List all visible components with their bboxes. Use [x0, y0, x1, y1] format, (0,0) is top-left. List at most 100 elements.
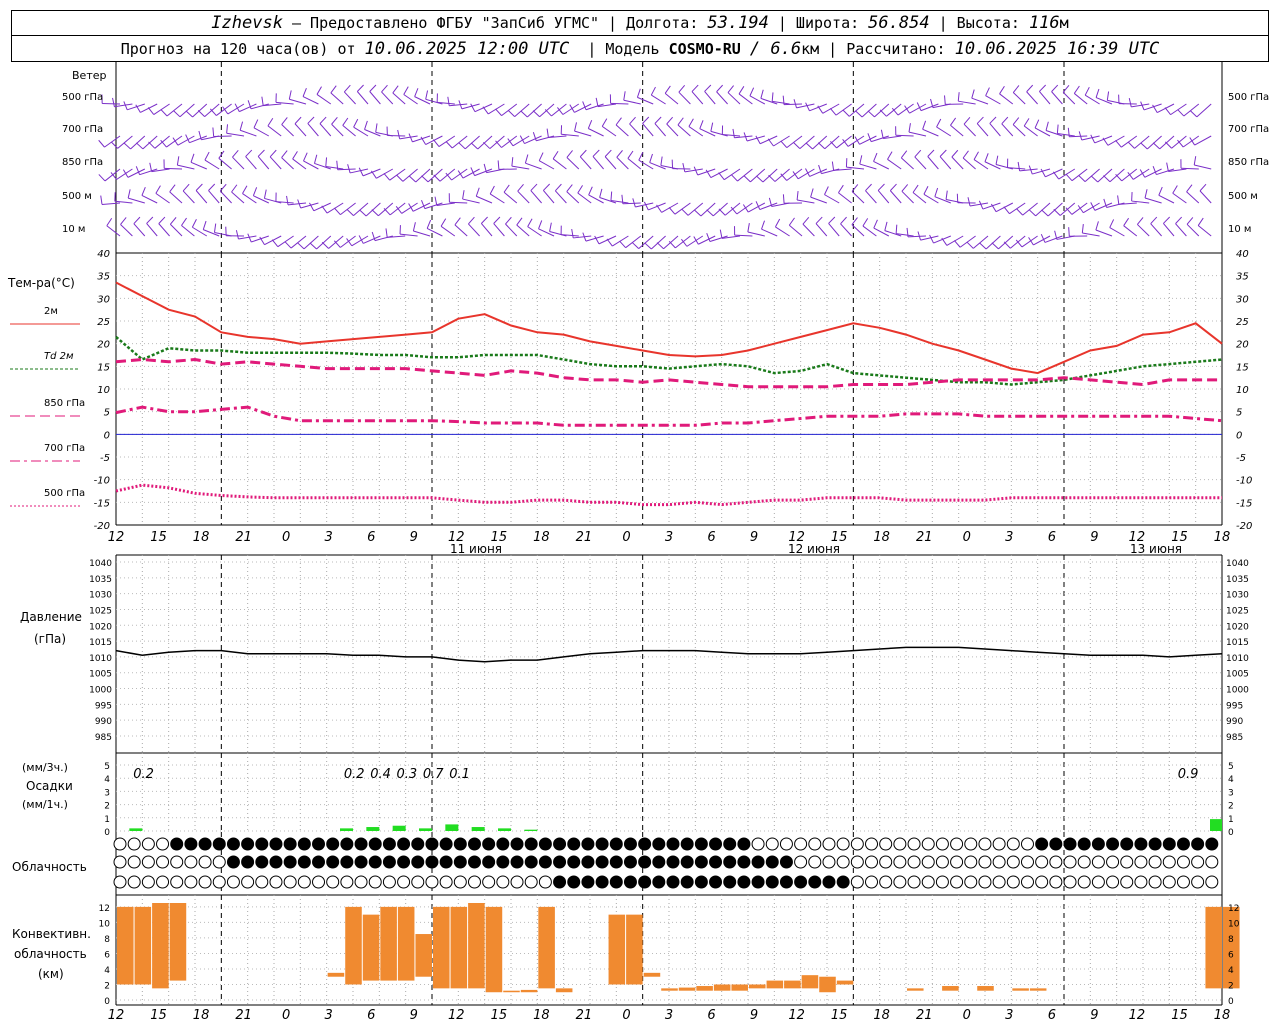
wind-barb	[693, 166, 716, 176]
wind-barb	[788, 217, 803, 237]
wind-barb	[887, 151, 902, 170]
wind-barb	[927, 149, 939, 170]
wind-barb	[1026, 84, 1038, 105]
wind-barb	[1118, 94, 1137, 105]
wind-barb	[191, 218, 208, 237]
time-tick-label: 18	[193, 530, 210, 545]
cloud-cover-symbol	[141, 855, 155, 869]
wind-barb	[666, 116, 679, 137]
wind-barb	[767, 135, 790, 147]
wind-barb	[1051, 84, 1063, 105]
cloud-cover-symbol	[524, 855, 538, 869]
conv-bar	[117, 906, 134, 985]
cloud-cover-symbol	[907, 837, 921, 851]
cloud-cover-symbol	[794, 875, 808, 889]
wind-barb	[316, 86, 332, 105]
wind-barb	[1078, 131, 1100, 141]
wind-barb	[120, 217, 133, 237]
wind-barb	[873, 152, 890, 170]
cloud-cover-symbol	[1091, 855, 1105, 869]
wind-barb	[364, 120, 381, 137]
wind-barb	[253, 119, 270, 137]
wind-barb	[554, 183, 567, 204]
precip-3h-label: 0.1	[449, 767, 470, 782]
wind-barb	[213, 223, 232, 237]
temp-ytick: 10	[97, 385, 110, 396]
wind-barb	[642, 116, 654, 137]
precip-bar	[445, 824, 459, 831]
cloud-cover-symbol	[581, 837, 595, 851]
wind-barb	[100, 195, 121, 205]
pressure-ytick: 1005	[89, 670, 112, 680]
conv-bar	[485, 906, 503, 993]
cloud-cover-symbol	[765, 855, 779, 869]
wind-barb	[247, 233, 269, 243]
wind-barb	[831, 161, 852, 171]
pressure-ytick-right: 1015	[1226, 638, 1249, 648]
wind-barb	[507, 103, 530, 117]
conv-bar	[836, 980, 854, 985]
cloud-cover-symbol	[765, 875, 779, 889]
precip-unit-top: (мм/3ч.)	[22, 761, 68, 774]
wind-barb	[503, 184, 518, 204]
cloud-cover-symbol	[921, 875, 935, 889]
wind-barb	[135, 166, 158, 176]
time-tick-label: 0	[622, 530, 630, 545]
day-label: 11 июня	[450, 542, 502, 556]
wind-barb	[815, 216, 828, 237]
cloud-cover-symbol	[652, 837, 666, 851]
cloud-cover-symbol	[779, 837, 793, 851]
wind-barb	[141, 186, 158, 204]
cloud-cover-symbol	[496, 855, 510, 869]
wind-barb	[1128, 97, 1150, 108]
conv-bar	[415, 934, 432, 977]
wind-barb	[155, 185, 170, 204]
cloud-cover-symbol	[439, 837, 453, 851]
wind-barb	[261, 96, 282, 107]
cloud-cover-symbol	[765, 837, 779, 851]
wind-barb	[257, 149, 270, 170]
cloud-cover-symbol	[609, 837, 623, 851]
wind-barb	[538, 220, 555, 237]
pressure-ytick: 1015	[89, 638, 112, 648]
cloud-cover-symbol	[283, 855, 297, 869]
wind-barb	[995, 155, 1013, 170]
wind-barb	[110, 135, 133, 149]
time-tick-label: 9	[1090, 530, 1098, 545]
cloud-cover-symbol	[411, 855, 425, 869]
conv-bar	[152, 903, 169, 989]
temp-ytick-right: -15	[1236, 498, 1252, 509]
wind-barb	[1017, 161, 1038, 172]
cloud-cover-symbol	[652, 855, 666, 869]
wind-barb	[805, 102, 827, 112]
cloud-cover-symbol	[312, 875, 326, 889]
cloud-cover-symbol	[297, 837, 311, 851]
cloud-cover-symbol	[567, 875, 581, 889]
wind-barb	[891, 103, 914, 116]
wind-barb	[358, 167, 381, 177]
cloud-cover-symbol	[893, 855, 907, 869]
wind-barb	[1127, 135, 1150, 149]
wind-level-label: 500 м	[62, 191, 92, 202]
wind-barb	[956, 193, 976, 204]
wind-barb	[865, 183, 877, 204]
wind-barb	[571, 228, 592, 239]
temp-ytick: 15	[97, 362, 110, 373]
wind-barb	[1090, 134, 1113, 144]
wind-barb	[1152, 103, 1175, 114]
cloud-cover-symbol	[666, 855, 680, 869]
wind-barb	[281, 150, 294, 170]
time-tick-label: 15	[150, 530, 167, 545]
wind-barb	[606, 235, 629, 247]
wind-barb	[895, 224, 914, 237]
wind-barb	[1152, 166, 1175, 176]
wind-barb	[989, 116, 1001, 137]
cloud-cover-symbol	[198, 855, 212, 869]
temp-ytick-right: 0	[1236, 430, 1242, 441]
cloud-cover-symbol	[553, 875, 567, 889]
conv-bar	[345, 906, 362, 985]
time-tick-label-bottom: 12	[108, 1008, 125, 1023]
cloud-cover-symbol	[567, 855, 581, 869]
conv-bar	[169, 903, 187, 981]
time-tick-label-bottom: 6	[1048, 1008, 1056, 1023]
